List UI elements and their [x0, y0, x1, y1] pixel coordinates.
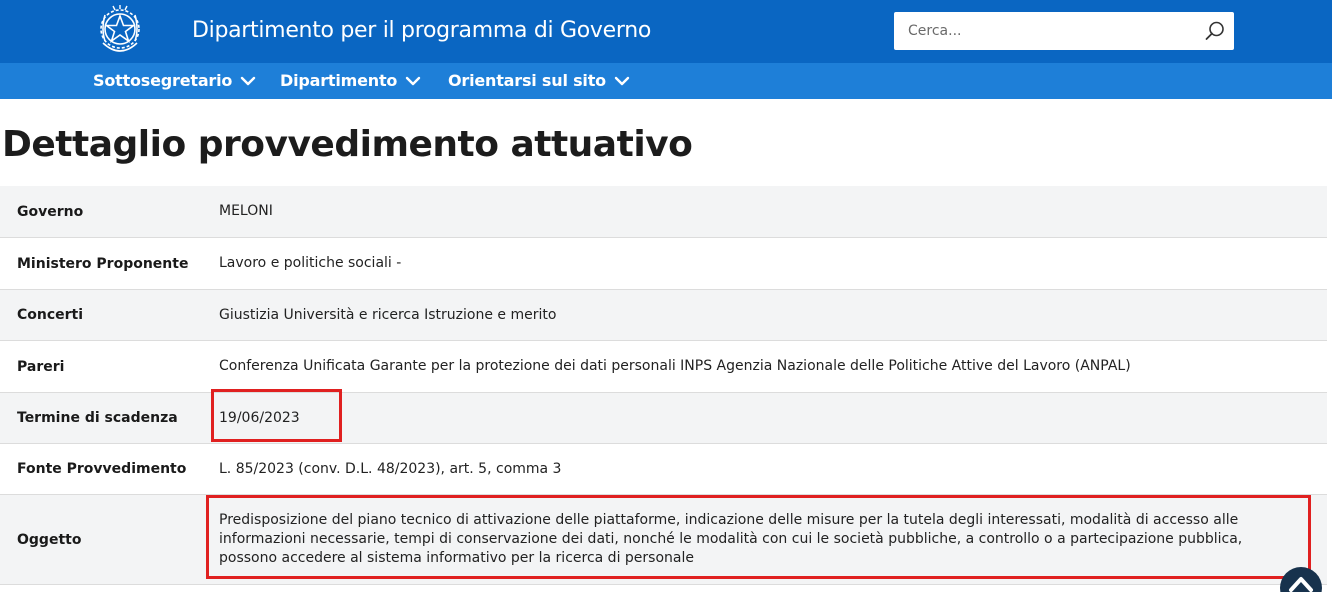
row-value: Conferenza Unificata Garante per la prot… [219, 358, 1131, 374]
detail-table: Governo MELONI Ministero Proponente Lavo… [0, 186, 1327, 585]
chevron-down-icon [614, 76, 630, 85]
chevron-up-icon [1289, 577, 1313, 592]
nav-item-label: Dipartimento [280, 71, 398, 90]
row-value: Predisposizione del piano tecnico di att… [219, 512, 1243, 566]
main-nav: Sottosegretario Dipartimento Orientarsi … [0, 63, 1332, 99]
chevron-down-icon [406, 76, 421, 85]
search-box [894, 12, 1234, 50]
table-row-pareri: Pareri Conferenza Unificata Garante per … [0, 341, 1327, 393]
row-label: Pareri [17, 358, 65, 375]
nav-item-dipartimento[interactable]: Dipartimento [280, 71, 421, 90]
row-label: Oggetto [17, 531, 82, 548]
row-label: Ministero Proponente [17, 255, 189, 272]
row-value: L. 85/2023 (conv. D.L. 48/2023), art. 5,… [219, 460, 562, 477]
table-row-oggetto: Oggetto Predisposizione del piano tecnic… [0, 495, 1327, 585]
row-value: 19/06/2023 [219, 409, 300, 426]
search-input[interactable] [894, 12, 1194, 50]
nav-item-label: Sottosegretario [93, 71, 233, 90]
nav-item-label: Orientarsi sul sito [448, 71, 606, 90]
search-icon[interactable] [1204, 20, 1226, 42]
row-label: Governo [17, 203, 84, 220]
nav-item-orientarsi[interactable]: Orientarsi sul sito [448, 71, 630, 90]
table-row-governo: Governo MELONI [0, 186, 1327, 238]
table-row-termine: Termine di scadenza 19/06/2023 [0, 393, 1327, 444]
chevron-down-icon [241, 76, 256, 85]
row-value: Giustizia Università e ricerca Istruzion… [219, 306, 557, 323]
page-title: Dettaglio provvedimento attuativo [2, 124, 693, 165]
row-label: Termine di scadenza [17, 410, 178, 426]
table-row-fonte: Fonte Provvedimento L. 85/2023 (conv. D.… [0, 444, 1327, 495]
row-label: Concerti [17, 307, 84, 323]
row-value: MELONI [219, 203, 273, 219]
table-row-concerti: Concerti Giustizia Università e ricerca … [0, 290, 1327, 341]
row-label: Fonte Provvedimento [17, 461, 187, 477]
nav-item-sottosegretario[interactable]: Sottosegretario [93, 71, 256, 90]
row-value: Lavoro e politiche sociali - [219, 255, 402, 271]
republic-emblem-icon[interactable] [95, 3, 145, 58]
site-title[interactable]: Dipartimento per il programma di Governo [192, 18, 651, 43]
site-header: Dipartimento per il programma di Governo [0, 0, 1332, 63]
table-row-ministero: Ministero Proponente Lavoro e politiche … [0, 238, 1327, 290]
